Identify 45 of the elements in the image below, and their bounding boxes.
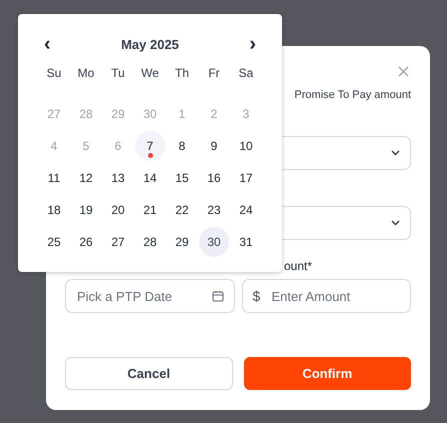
calendar-day[interactable]: 21: [135, 195, 165, 225]
calendar-day[interactable]: 24: [231, 195, 261, 225]
calendar-day[interactable]: 17: [231, 163, 261, 193]
chevron-down-icon: [391, 150, 400, 156]
calendar-day[interactable]: 9: [199, 131, 229, 161]
calendar-day[interactable]: 19: [71, 195, 101, 225]
calendar-icon: [212, 290, 224, 302]
close-icon[interactable]: [398, 66, 409, 77]
month-title: May 2025: [121, 36, 179, 52]
weekday-label: Su: [46, 65, 62, 82]
dialog-subtitle: Promise To Pay amount: [294, 89, 411, 101]
field-label: ount*: [284, 259, 312, 273]
calendar-day[interactable]: 10: [231, 131, 261, 161]
calendar-day[interactable]: 20: [103, 195, 133, 225]
weekday-label: Fr: [207, 65, 221, 82]
weekday-label: Mo: [76, 65, 96, 82]
weekday-label: Tu: [110, 65, 126, 82]
calendar-day[interactable]: 23: [199, 195, 229, 225]
calendar-day[interactable]: 14: [135, 163, 165, 193]
calendar-day[interactable]: 15: [167, 163, 197, 193]
calendar-day[interactable]: 22: [167, 195, 197, 225]
cancel-button[interactable]: Cancel: [65, 357, 232, 390]
next-month-button[interactable]: ›: [245, 34, 260, 54]
weekday-label: Th: [174, 65, 190, 82]
calendar-day[interactable]: 31: [231, 227, 261, 257]
weekday-label: We: [140, 65, 160, 82]
calendar-day[interactable]: 29: [167, 227, 197, 257]
calendar-day[interactable]: 13: [103, 163, 133, 193]
calendar-day[interactable]: 8: [167, 131, 197, 161]
calendar-day[interactable]: 11: [39, 163, 69, 193]
weekday-label: Sa: [238, 65, 254, 82]
calendar-day[interactable]: 16: [199, 163, 229, 193]
calendar-day[interactable]: 28: [135, 227, 165, 257]
previous-month-button[interactable]: ‹: [40, 34, 55, 54]
calendar-day[interactable]: 27: [103, 227, 133, 257]
calendar-day[interactable]: 25: [39, 227, 69, 257]
calendar-day[interactable]: 26: [71, 227, 101, 257]
calendar-day[interactable]: 7: [135, 131, 165, 161]
calendar-day[interactable]: 18: [39, 195, 69, 225]
date-field[interactable]: Pick a PTP Date: [65, 279, 234, 313]
today-dot: [148, 153, 153, 158]
calendar-day[interactable]: 30: [199, 227, 229, 257]
currency-prefix: $: [252, 288, 260, 304]
chevron-down-icon: [391, 220, 400, 226]
calendar-day[interactable]: 12: [71, 163, 101, 193]
